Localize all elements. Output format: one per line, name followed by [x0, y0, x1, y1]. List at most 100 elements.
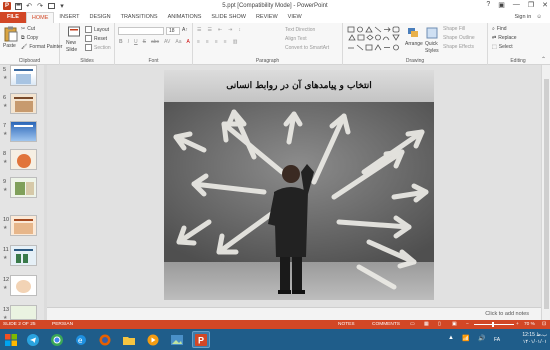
thumbnail-item[interactable]: 9 ★	[0, 177, 44, 204]
collapse-ribbon-icon[interactable]: ⌃	[541, 56, 546, 63]
copy-button[interactable]: ⧉ Copy	[21, 35, 38, 41]
keyboard-language[interactable]: FA	[494, 337, 500, 343]
tab-transitions[interactable]: TRANSITIONS	[116, 12, 163, 23]
help-button[interactable]: ?	[486, 1, 490, 9]
tray-expand-icon[interactable]: ▲	[448, 335, 454, 341]
thumbnail-item[interactable]: 11 ★	[0, 245, 44, 272]
shape-effects-button[interactable]: Shape Effects	[443, 44, 474, 50]
slide-sorter-view-icon[interactable]: ▦	[424, 322, 429, 327]
slide-thumbnail[interactable]	[10, 177, 37, 198]
comments-toggle[interactable]: COMMENTS	[372, 322, 400, 327]
convert-smartart-button[interactable]: Convert to SmartArt	[285, 45, 329, 51]
quick-styles-button[interactable]: Quick	[425, 41, 438, 47]
grow-font-icon[interactable]: A↑	[182, 27, 188, 33]
notes-pane[interactable]: Click to add notes	[47, 307, 541, 320]
tab-home[interactable]: HOME	[25, 12, 55, 23]
normal-view-icon[interactable]: ▭	[410, 322, 415, 327]
fit-slide-icon[interactable]: ⊡	[542, 322, 546, 327]
align-right-icon[interactable]: ≡	[215, 39, 218, 45]
shape-outline-button[interactable]: Shape Outline	[443, 35, 475, 41]
thumbnail-item[interactable]: 10 ★	[0, 215, 44, 242]
paste-icon[interactable]	[4, 26, 18, 42]
taskbar-media-player[interactable]	[144, 331, 162, 348]
volume-icon[interactable]: 🔊	[478, 335, 485, 342]
slide-thumbnail[interactable]	[10, 215, 37, 236]
font-name-box[interactable]	[118, 27, 164, 35]
slide-thumbnail[interactable]	[10, 121, 37, 142]
tab-design[interactable]: DESIGN	[85, 12, 116, 23]
shadow-button[interactable]: S	[143, 39, 146, 45]
cut-button[interactable]: ✂ Cut	[21, 26, 35, 32]
reset-button[interactable]: Reset	[85, 35, 107, 42]
arrange-icon[interactable]	[407, 27, 419, 39]
taskbar-telegram[interactable]	[24, 331, 42, 348]
numbering-icon[interactable]: ☰	[207, 27, 211, 33]
slide-thumbnail[interactable]	[10, 245, 37, 266]
quick-styles-icon[interactable]	[426, 27, 438, 39]
ribbon-display-options-icon[interactable]: ▣	[498, 1, 505, 9]
thumbnail-item[interactable]: 5 ★	[0, 65, 44, 92]
slide-thumbnail[interactable]	[10, 93, 37, 114]
current-slide[interactable]: انتخاب و پیامدهای آن در روابط انسانی	[164, 70, 434, 300]
align-left-icon[interactable]: ≡	[197, 39, 200, 45]
zoom-in-button[interactable]: +	[516, 322, 519, 327]
underline-button[interactable]: U	[134, 39, 138, 45]
scrollbar-thumb[interactable]	[544, 79, 549, 309]
select-button[interactable]: ⬚ Select	[492, 44, 513, 50]
find-button[interactable]: ⌕ Find	[492, 26, 507, 32]
close-button[interactable]: ✕	[542, 1, 548, 9]
thumbnail-item[interactable]: 8 ★	[0, 149, 44, 176]
zoom-out-button[interactable]: −	[466, 322, 469, 327]
tab-insert[interactable]: INSERT	[54, 12, 84, 23]
shapes-gallery[interactable]	[347, 26, 403, 54]
arrange-button[interactable]: Arrange	[405, 41, 423, 47]
restore-button[interactable]: ❐	[528, 1, 534, 9]
slide-thumbnail[interactable]	[10, 305, 37, 320]
thumbnail-item[interactable]: 12 ★	[0, 275, 44, 302]
increase-indent-icon[interactable]: ⇥	[228, 27, 232, 33]
strikethrough-button[interactable]: abc	[151, 39, 159, 45]
layout-button[interactable]: Layout	[85, 26, 109, 33]
zoom-slider-thumb[interactable]	[492, 322, 494, 327]
tab-animations[interactable]: ANIMATIONS	[163, 12, 207, 23]
slide-thumbnail[interactable]	[10, 149, 37, 170]
font-size-box[interactable]: 18	[166, 27, 180, 35]
paste-button[interactable]: Paste	[3, 43, 16, 49]
font-color-button[interactable]: A	[186, 39, 189, 45]
slide-thumbnail[interactable]	[10, 275, 37, 296]
taskbar-firefox[interactable]	[96, 331, 114, 348]
tab-review[interactable]: REVIEW	[251, 12, 283, 23]
reading-view-icon[interactable]: ▯	[438, 322, 441, 327]
shape-fill-button[interactable]: Shape Fill	[443, 26, 465, 32]
align-center-icon[interactable]: ≡	[206, 39, 209, 45]
justify-icon[interactable]: ≡	[224, 39, 227, 45]
network-icon[interactable]: 📶	[462, 335, 469, 342]
format-painter-button[interactable]: 🖌 Format Painter	[21, 44, 62, 50]
notes-toggle[interactable]: NOTES	[338, 322, 355, 327]
new-slide-button[interactable]: New	[66, 40, 76, 46]
new-slide-icon[interactable]	[68, 26, 80, 38]
taskbar-powerpoint[interactable]: P	[192, 331, 210, 348]
slideshow-view-icon[interactable]: ▣	[452, 322, 457, 327]
slide-photo[interactable]	[164, 102, 434, 300]
align-text-button[interactable]: Align Text	[285, 36, 307, 42]
tab-file[interactable]: FILE	[0, 12, 26, 23]
decrease-indent-icon[interactable]: ⇤	[218, 27, 222, 33]
italic-button[interactable]: I	[128, 39, 129, 45]
taskbar-photos[interactable]	[168, 331, 186, 348]
thumbnail-item[interactable]: 7 ★	[0, 121, 44, 148]
clock[interactable]: 12:15 ب.ظ ۱۴۰۱/۰۱/۰۱	[522, 332, 547, 346]
sign-in-link[interactable]: Sign in	[515, 12, 532, 23]
slide-title[interactable]: انتخاب و پیامدهای آن در روابط انسانی	[164, 70, 434, 102]
new-slide-dropdown[interactable]: Slide	[66, 47, 77, 53]
line-spacing-icon[interactable]: ↕	[238, 27, 241, 33]
thumbnail-item[interactable]: 6 ★	[0, 93, 44, 120]
change-case-button[interactable]: Aa	[175, 39, 181, 45]
slide-thumbnail[interactable]	[10, 65, 37, 86]
bold-button[interactable]: B	[119, 39, 123, 45]
section-button[interactable]: Section	[85, 44, 111, 51]
tab-view[interactable]: VIEW	[283, 12, 307, 23]
taskbar-file-explorer[interactable]	[120, 331, 138, 348]
start-button[interactable]	[2, 331, 20, 348]
columns-icon[interactable]: ▥	[233, 39, 238, 45]
